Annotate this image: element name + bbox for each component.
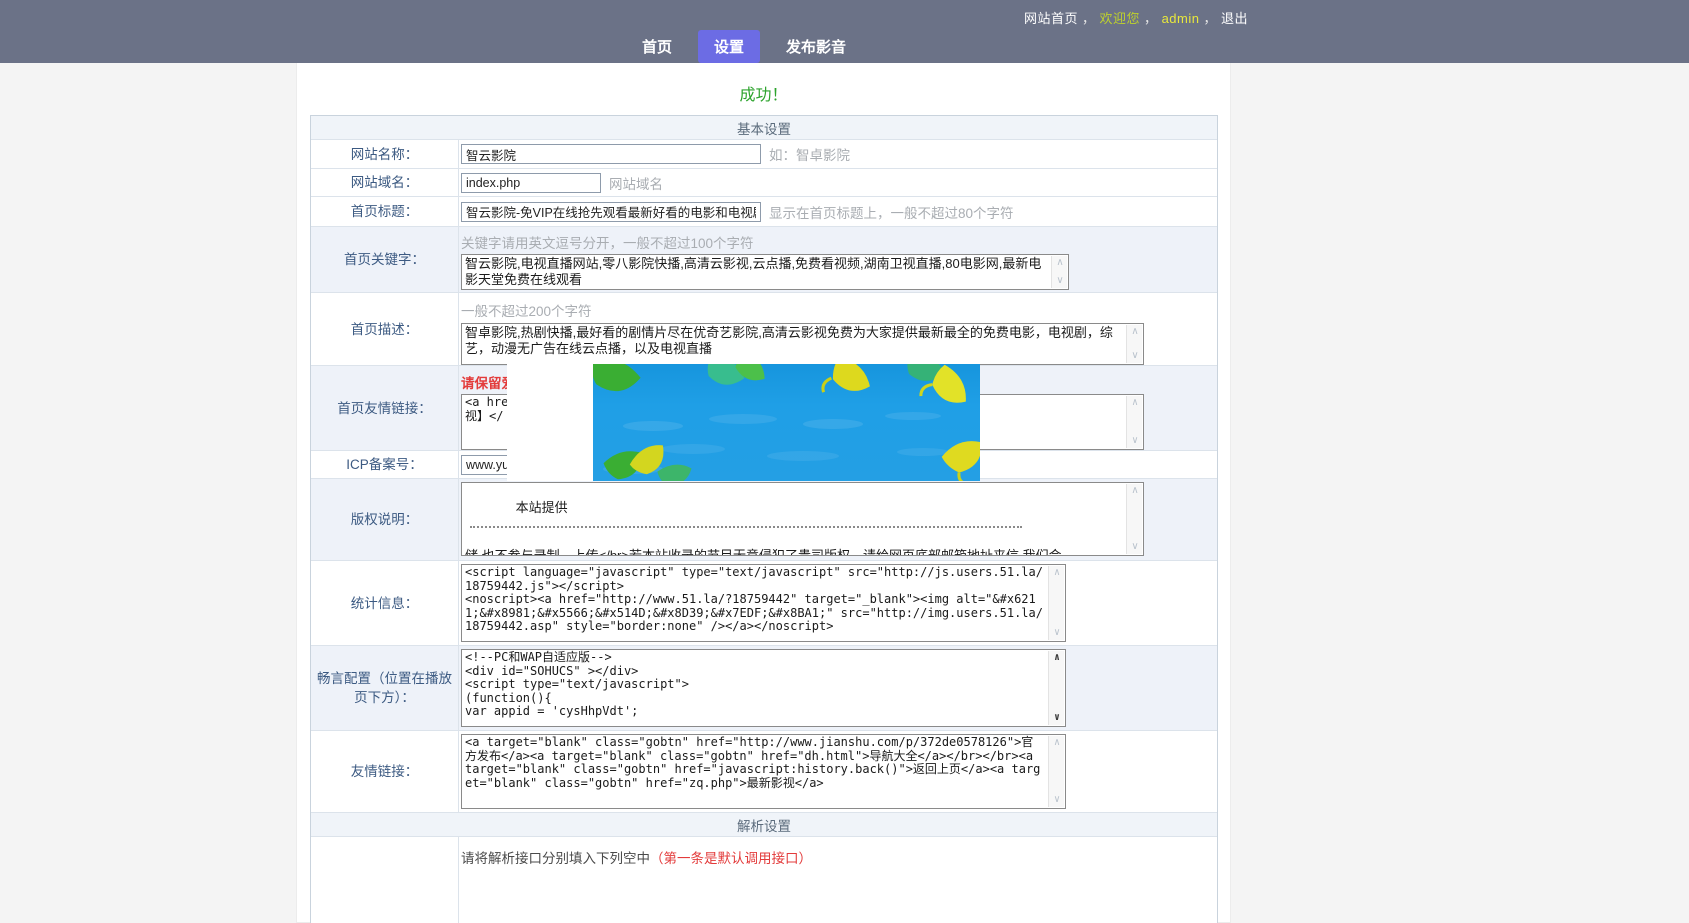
scrollbar-up-icon[interactable]: ∧ bbox=[1127, 484, 1143, 498]
water-leaves-image bbox=[593, 364, 980, 481]
scrollbar-down-icon[interactable]: ∨ bbox=[1049, 793, 1065, 807]
field-label: 首页友情链接： bbox=[311, 366, 459, 450]
row-copyright: 版权说明： 本站提供 储,也不参与录制、上传</br>若本站收录的节目无意侵犯了… bbox=[311, 479, 1217, 561]
row-home-keywords: 首页关键字： 关键字请用英文逗号分开，一般不超过100个字符 智云影院,电视直播… bbox=[311, 227, 1217, 293]
section-header-basic: 基本设置 bbox=[311, 116, 1217, 140]
field-hint: 关键字请用英文逗号分开，一般不超过100个字符 bbox=[461, 232, 1217, 252]
home-title-input[interactable] bbox=[461, 202, 761, 222]
textarea-text: 智卓影院,热剧快播,最好看的剧情片尽在优奇艺影院,高清云影视免费为大家提供最新最… bbox=[462, 324, 1143, 358]
field-label: 首页关键字： bbox=[311, 227, 459, 292]
scrollbar[interactable]: ∧ ∨ bbox=[1126, 396, 1142, 448]
separator: ， bbox=[1082, 11, 1096, 26]
field-label: 网站名称： bbox=[311, 140, 459, 168]
leaves-graphic bbox=[593, 364, 980, 481]
admin-settings-page: 网站首页，欢迎您，admin，退出 首页 设置 发布影音 成功！ 基本设置 网站… bbox=[0, 0, 1689, 923]
welcome-bar: 网站首页，欢迎您，admin，退出 bbox=[1022, 8, 1250, 27]
field-hint: 网站域名 bbox=[609, 173, 663, 193]
field-hint: 如：智卓影院 bbox=[769, 144, 850, 164]
field-label: 统计信息： bbox=[311, 561, 459, 645]
scrollbar[interactable]: ∧ ∨ bbox=[1126, 484, 1142, 554]
site-domain-input[interactable] bbox=[461, 173, 601, 193]
scrollbar-up-icon[interactable]: ∧ bbox=[1049, 736, 1065, 750]
stats-textarea[interactable]: <script language="javascript" type="text… bbox=[461, 564, 1066, 642]
separator: ， bbox=[1144, 11, 1158, 26]
floating-image-overlay bbox=[507, 364, 980, 481]
row-home-desc: 首页描述： 一般不超过200个字符 智卓影院,热剧快播,最好看的剧情片尽在优奇艺… bbox=[311, 293, 1217, 366]
field-label bbox=[311, 837, 459, 923]
changyan-textarea[interactable]: <!--PC和WAP自适应版--> <div id="SOHUCS" ></di… bbox=[461, 649, 1066, 727]
settings-table: 基本设置 网站名称： 如：智卓影院 网站域名： 网站域名 bbox=[310, 115, 1218, 923]
scrollbar-down-icon[interactable]: ∨ bbox=[1127, 434, 1143, 448]
parse-instructions-red: （第一条是默认调用接口） bbox=[650, 851, 812, 866]
textarea-text: <a target="blank" class="gobtn" href="ht… bbox=[462, 735, 1065, 791]
site-name-input[interactable] bbox=[461, 144, 761, 164]
scrollbar-up-icon[interactable]: ∧ bbox=[1049, 651, 1065, 665]
scrollbar-up-icon[interactable]: ∧ bbox=[1127, 325, 1143, 339]
textarea-text: 本站提供 bbox=[516, 500, 568, 515]
scrollbar-up-icon[interactable]: ∧ bbox=[1052, 256, 1068, 270]
parse-instructions: 请将解析接口分别填入下列空中（第一条是默认调用接口） bbox=[461, 837, 1217, 867]
field-label: 网站域名： bbox=[311, 169, 459, 196]
textarea-text: 储,也不参与录制、上传</br>若本站收录的节目无意侵犯了贵司版权，请给网页底部… bbox=[465, 548, 1123, 556]
welcome-text: 欢迎您 bbox=[1100, 11, 1141, 26]
copyright-textarea[interactable]: 本站提供 储,也不参与录制、上传</br>若本站收录的节目无意侵犯了贵司版权，请… bbox=[461, 482, 1144, 556]
scrollbar-up-icon[interactable]: ∧ bbox=[1049, 566, 1065, 580]
home-desc-textarea[interactable]: 智卓影院,热剧快播,最好看的剧情片尽在优奇艺影院,高清云影视免费为大家提供最新最… bbox=[461, 323, 1144, 365]
field-label: ICP备案号： bbox=[311, 451, 459, 478]
scrollbar[interactable]: ∧ ∨ bbox=[1051, 256, 1067, 288]
separator: ， bbox=[1203, 11, 1217, 26]
friend-links-textarea[interactable]: <a target="blank" class="gobtn" href="ht… bbox=[461, 734, 1066, 809]
scrollbar-down-icon[interactable]: ∨ bbox=[1049, 626, 1065, 640]
section-title: 解析设置 bbox=[311, 813, 1217, 836]
parse-instructions-text: 请将解析接口分别填入下列空中 bbox=[461, 851, 650, 866]
row-friend-links: 友情链接： <a target="blank" class="gobtn" hr… bbox=[311, 731, 1217, 813]
topbar: 网站首页，欢迎您，admin，退出 首页 设置 发布影音 bbox=[0, 0, 1689, 63]
scrollbar-down-icon[interactable]: ∨ bbox=[1127, 540, 1143, 554]
logout-link[interactable]: 退出 bbox=[1221, 11, 1248, 26]
nav-item-publish[interactable]: 发布影音 bbox=[774, 30, 858, 63]
main-nav: 首页 设置 发布影音 bbox=[630, 30, 858, 63]
field-label: 友情链接： bbox=[311, 731, 459, 812]
textarea-text: <script language="javascript" type="text… bbox=[462, 565, 1065, 635]
home-keywords-textarea[interactable]: 智云影院,电视直播网站,零八影院快播,高清云影视,云点播,免费看视频,湖南卫视直… bbox=[461, 254, 1069, 290]
row-site-name: 网站名称： 如：智卓影院 bbox=[311, 140, 1217, 169]
row-site-domain: 网站域名： 网站域名 bbox=[311, 169, 1217, 197]
field-hint: 一般不超过200个字符 bbox=[461, 300, 1217, 320]
field-label: 首页标题： bbox=[311, 197, 459, 226]
row-parse-hint: 请将解析接口分别填入下列空中（第一条是默认调用接口） bbox=[311, 837, 1217, 923]
success-message: 成功！ bbox=[297, 63, 1230, 115]
scrollbar[interactable]: ∧ ∨ bbox=[1048, 651, 1064, 725]
content-panel: 成功！ 基本设置 网站名称： 如：智卓影院 网站域名： bbox=[296, 63, 1231, 923]
scrollbar-up-icon[interactable]: ∧ bbox=[1127, 396, 1143, 410]
scrollbar[interactable]: ∧ ∨ bbox=[1048, 736, 1064, 807]
scrollbar[interactable]: ∧ ∨ bbox=[1126, 325, 1142, 363]
site-home-link[interactable]: 网站首页 bbox=[1024, 11, 1078, 26]
textarea-text: <!--PC和WAP自适应版--> <div id="SOHUCS" ></di… bbox=[462, 650, 1065, 720]
nav-item-settings[interactable]: 设置 bbox=[698, 30, 760, 63]
section-title: 基本设置 bbox=[311, 116, 1217, 139]
row-stats: 统计信息： <script language="javascript" type… bbox=[311, 561, 1217, 646]
field-label: 版权说明： bbox=[311, 479, 459, 560]
nav-item-home[interactable]: 首页 bbox=[630, 30, 684, 63]
scrollbar-down-icon[interactable]: ∨ bbox=[1052, 274, 1068, 288]
scrollbar-down-icon[interactable]: ∨ bbox=[1127, 349, 1143, 363]
section-header-parse: 解析设置 bbox=[311, 813, 1217, 837]
scrollbar[interactable]: ∧ ∨ bbox=[1048, 566, 1064, 640]
clipped-text-decoration bbox=[470, 523, 1022, 528]
scrollbar-down-icon[interactable]: ∨ bbox=[1049, 711, 1065, 725]
row-changyan: 畅言配置（位置在播放页下方）： <!--PC和WAP自适应版--> <div i… bbox=[311, 646, 1217, 731]
field-label: 畅言配置（位置在播放页下方）： bbox=[311, 646, 459, 730]
textarea-text: 智云影院,电视直播网站,零八影院快播,高清云影视,云点播,免费看视频,湖南卫视直… bbox=[462, 255, 1068, 289]
username-link[interactable]: admin bbox=[1162, 11, 1200, 26]
field-hint: 显示在首页标题上，一般不超过80个字符 bbox=[769, 202, 1014, 222]
field-label: 首页描述： bbox=[311, 293, 459, 365]
row-home-title: 首页标题： 显示在首页标题上，一般不超过80个字符 bbox=[311, 197, 1217, 227]
